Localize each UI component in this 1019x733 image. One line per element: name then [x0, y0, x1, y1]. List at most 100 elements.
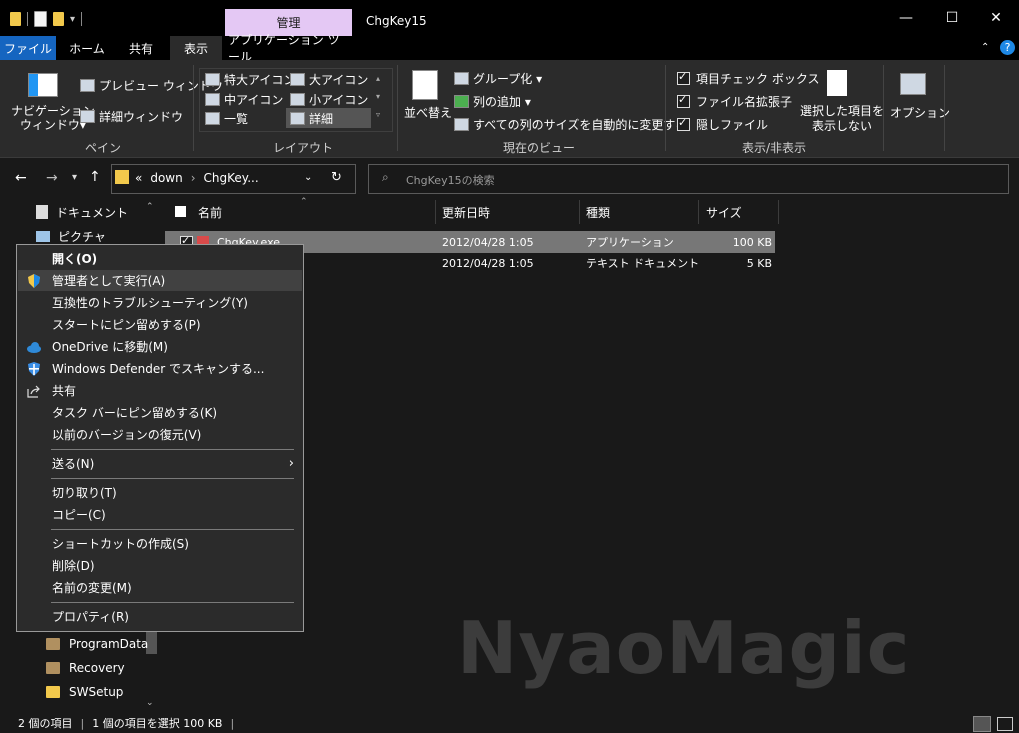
layout-small-icons[interactable]: 小アイコン [290, 91, 368, 108]
maximize-button[interactable]: ☐ [929, 0, 975, 36]
collapse-ribbon-icon[interactable]: ⌃ [981, 42, 989, 53]
gallery-scroll[interactable]: ▴ ▾ ▿ [376, 70, 380, 124]
menu-pin-to-taskbar[interactable]: タスク バーにピン留めする(K) [18, 402, 302, 423]
close-button[interactable]: ✕ [973, 0, 1019, 36]
menu-create-shortcut[interactable]: ショートカットの作成(S) [18, 533, 302, 554]
menu-send-to[interactable]: 送る(N) › [18, 453, 302, 474]
menu-label: タスク バーにピン留めする(K) [52, 406, 218, 420]
breadcrumb-chgkey[interactable]: ChgKey... [204, 171, 259, 185]
hide-selected-icon[interactable] [827, 70, 847, 96]
menu-label: OneDrive に移動(M) [52, 340, 168, 354]
options-icon[interactable] [900, 73, 926, 95]
menu-run-as-admin[interactable]: 管理者として実行(A) [18, 270, 302, 291]
menu-label: プロパティ(R) [52, 610, 129, 624]
menu-label: スタートにピン留めする(P) [52, 318, 201, 332]
menu-troubleshoot[interactable]: 互換性のトラブルシューティング(Y) [18, 292, 302, 313]
tab-file[interactable]: ファイル [0, 36, 56, 60]
sort-by-button[interactable]: 並べ替え [404, 104, 452, 121]
nav-label: Recovery [69, 661, 125, 675]
layout-medium-icons[interactable]: 中アイコン [205, 91, 283, 108]
up-button[interactable]: ↑ [89, 169, 101, 185]
menu-delete[interactable]: 削除(D) [18, 555, 302, 576]
menu-move-to-onedrive[interactable]: OneDrive に移動(M) [18, 336, 302, 357]
address-dropdown-icon[interactable]: ⌄ [304, 172, 312, 183]
menu-separator [51, 478, 294, 479]
layout-list[interactable]: 一覧 [205, 110, 248, 127]
checkbox-checked [677, 93, 690, 108]
tab-view[interactable]: 表示 [170, 36, 222, 60]
hide-selected-line1: 選択した項目を [800, 104, 885, 118]
details-pane-button[interactable]: 詳細ウィンドウ [80, 108, 183, 125]
pictures-icon [36, 230, 50, 242]
forward-button[interactable]: → [46, 170, 58, 186]
column-divider[interactable] [435, 200, 436, 224]
column-divider[interactable] [778, 200, 779, 224]
select-all-checkbox[interactable] [175, 206, 186, 217]
tab-application-tools[interactable]: アプリケーション ツール [228, 33, 348, 64]
tab-share[interactable]: 共有 [118, 36, 164, 60]
layout-icon [290, 73, 305, 86]
details-view-icon[interactable] [973, 716, 991, 732]
folder-icon [46, 686, 60, 698]
tab-home[interactable]: ホーム [62, 36, 112, 60]
menu-restore-versions[interactable]: 以前のバージョンの復元(V) [18, 424, 302, 445]
refresh-icon[interactable]: ↻ [331, 170, 342, 185]
shield-icon [28, 274, 40, 288]
help-icon[interactable]: ? [1000, 40, 1015, 55]
minimize-button[interactable]: — [883, 0, 929, 36]
group-by-button[interactable]: グループ化 ▾ [454, 70, 542, 87]
menu-open[interactable]: 開く(O) [18, 248, 302, 269]
back-button[interactable]: ← [15, 170, 27, 186]
scroll-up-icon[interactable]: ⌃ [146, 202, 154, 212]
menu-defender-scan[interactable]: Windows Defender でスキャンする... [18, 358, 302, 379]
column-header-type[interactable]: 種類 [586, 200, 610, 224]
menu-properties[interactable]: プロパティ(R) [18, 606, 302, 627]
column-divider[interactable] [579, 200, 580, 224]
size-all-columns-button[interactable]: すべての列のサイズを自動的に変更する [454, 116, 687, 133]
hidden-items-toggle[interactable]: 隠しファイル [677, 116, 768, 133]
qa-divider [81, 12, 83, 26]
layout-extra-large-icons[interactable]: 特大アイコン [205, 71, 295, 88]
nav-item-programdata[interactable]: ProgramData [46, 632, 148, 656]
properties-icon[interactable] [34, 11, 47, 27]
breadcrumb-overflow[interactable]: « [135, 171, 142, 185]
selection-info: 1 個の項目を選択 100 KB [92, 717, 223, 730]
hide-selected-button[interactable]: 選択した項目を 表示しない [800, 104, 884, 134]
menu-cut[interactable]: 切り取り(T) [18, 482, 302, 503]
menu-rename[interactable]: 名前の変更(M) [18, 577, 302, 598]
nav-item-swsetup[interactable]: SWSetup [46, 680, 123, 704]
column-divider[interactable] [698, 200, 699, 224]
share-icon [27, 385, 40, 398]
breadcrumb-down[interactable]: down [150, 171, 182, 185]
details-pane-icon [80, 110, 95, 123]
menu-label: 開く(O) [52, 252, 98, 266]
large-icons-view-icon[interactable] [997, 717, 1013, 731]
sort-icon[interactable] [412, 70, 438, 100]
nav-item-recovery[interactable]: Recovery [46, 656, 125, 680]
new-folder-icon[interactable] [53, 12, 64, 26]
file-date: 2012/04/28 1:05 [442, 235, 534, 249]
recent-locations-button[interactable]: ▾ [72, 172, 77, 183]
menu-label: 以前のバージョンの復元(V) [52, 428, 202, 442]
breadcrumb: « down › ChgKey... [135, 171, 259, 185]
file-extensions-toggle[interactable]: ファイル名拡張子 [677, 93, 792, 110]
column-header-size[interactable]: サイズ [706, 200, 742, 224]
layout-large-icons[interactable]: 大アイコン [290, 71, 368, 88]
customize-qa-icon[interactable]: ▾ [70, 14, 75, 25]
options-button[interactable]: オプション [890, 104, 950, 121]
nav-item-documents[interactable]: ドキュメント [36, 200, 128, 224]
pane-group-label: ペイン [85, 141, 122, 155]
menu-copy[interactable]: コピー(C) [18, 504, 302, 525]
item-checkboxes-toggle[interactable]: 項目チェック ボックス [677, 70, 819, 87]
add-column-button[interactable]: 列の追加 ▾ [454, 93, 531, 110]
column-header-date[interactable]: 更新日時 [442, 200, 490, 224]
navigation-pane-icon[interactable] [28, 73, 58, 97]
menu-share[interactable]: 共有 [18, 380, 302, 401]
menu-pin-to-start[interactable]: スタートにピン留めする(P) [18, 314, 302, 335]
column-header-name[interactable]: 名前 [198, 200, 222, 224]
group-divider [665, 65, 666, 151]
menu-label: 管理者として実行(A) [52, 274, 166, 288]
folder-icon[interactable] [10, 12, 21, 26]
scroll-down-icon[interactable]: ⌄ [146, 698, 154, 708]
layout-details[interactable]: 詳細 [286, 108, 371, 128]
